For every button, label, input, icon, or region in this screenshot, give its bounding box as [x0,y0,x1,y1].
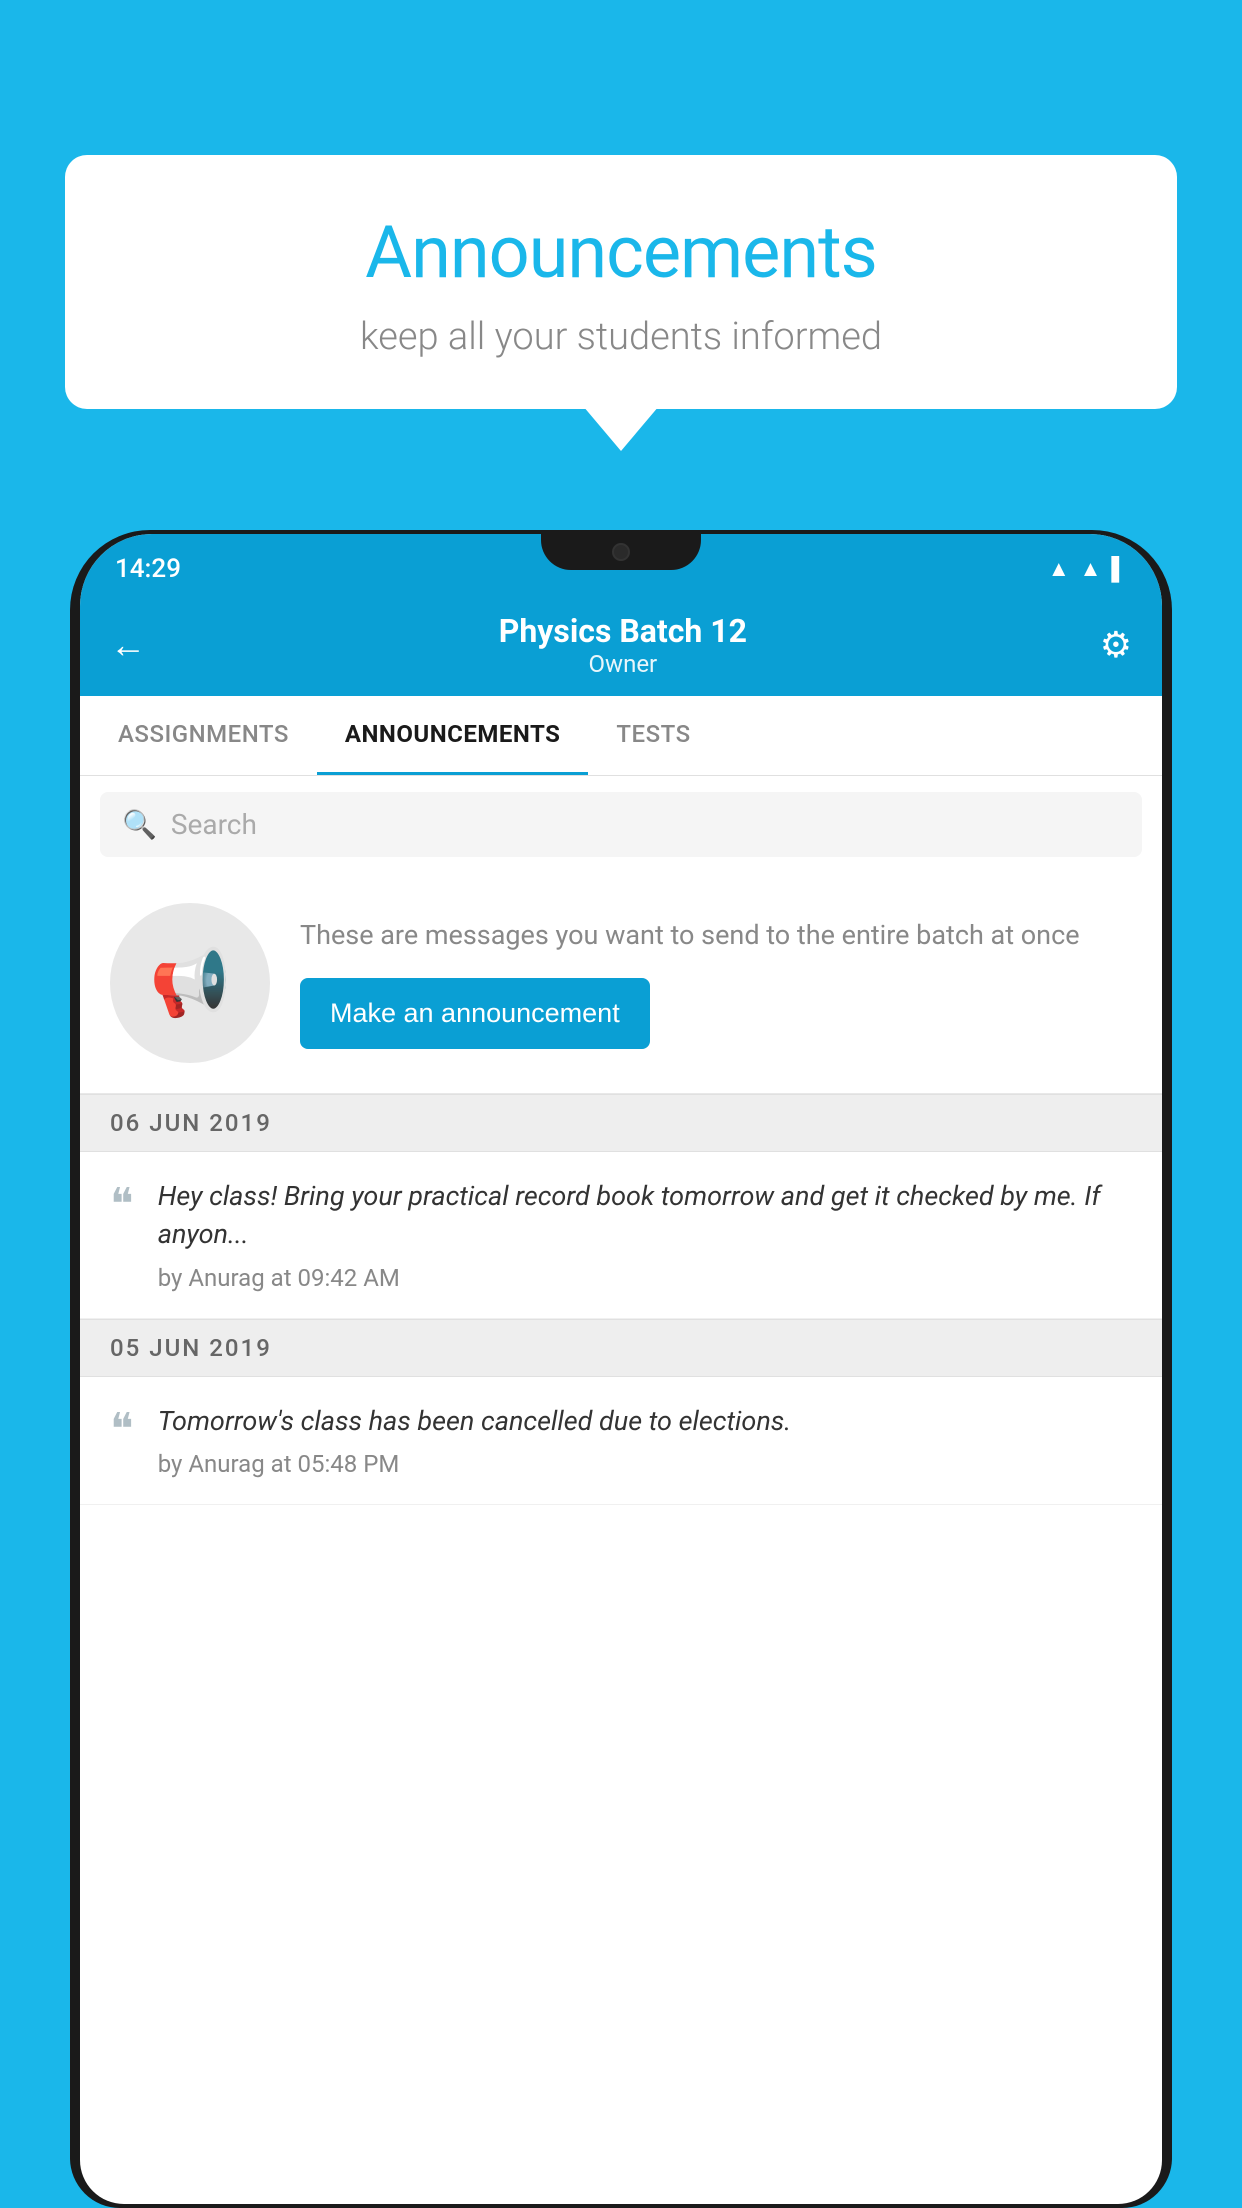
megaphone-icon: 📢 [150,945,231,1021]
speech-bubble-subtitle: keep all your students informed [125,315,1117,359]
announcement-item-1[interactable]: ❝ Hey class! Bring your practical record… [80,1152,1162,1319]
app-header: ← Physics Batch 12 Owner ⚙ [80,594,1162,696]
tab-tests[interactable]: TESTS [588,696,718,775]
announcement-item-2[interactable]: ❝ Tomorrow's class has been cancelled du… [80,1377,1162,1506]
header-subtitle: Owner [146,650,1100,678]
settings-icon[interactable]: ⚙ [1100,624,1132,666]
battery-icon: ▌ [1111,556,1127,582]
megaphone-circle: 📢 [110,903,270,1063]
empty-description: These are messages you want to send to t… [300,917,1132,955]
search-icon: 🔍 [122,808,157,841]
date-separator-june5: 05 JUN 2019 [80,1319,1162,1377]
status-icons: ▲ ▲ ▌ [1048,556,1127,582]
front-camera [612,543,630,561]
speech-bubble-title: Announcements [125,210,1117,295]
phone-frame: 14:29 ▲ ▲ ▌ ← Physics Batch 12 Owner ⚙ A… [70,530,1172,2208]
header-title: Physics Batch 12 [146,612,1100,650]
header-title-area: Physics Batch 12 Owner [146,612,1100,678]
announcement-empty-state: 📢 These are messages you want to send to… [80,873,1162,1094]
search-placeholder: Search [171,808,257,841]
notch [541,534,701,570]
tab-announcements[interactable]: ANNOUNCEMENTS [317,696,589,775]
search-bar[interactable]: 🔍 Search [100,792,1142,857]
search-bar-container: 🔍 Search [80,776,1162,873]
announcement-content-1: Hey class! Bring your practical record b… [158,1178,1132,1292]
announcement-text-2: Tomorrow's class has been cancelled due … [158,1403,1132,1441]
speech-bubble-card: Announcements keep all your students inf… [65,155,1177,409]
announcement-meta-2: by Anurag at 05:48 PM [158,1450,1132,1478]
status-time: 14:29 [115,554,181,584]
speech-bubble-section: Announcements keep all your students inf… [65,155,1177,409]
tab-assignments[interactable]: ASSIGNMENTS [90,696,317,775]
announcement-text-1: Hey class! Bring your practical record b… [158,1178,1132,1254]
announcement-content-2: Tomorrow's class has been cancelled due … [158,1403,1132,1479]
tabs-bar: ASSIGNMENTS ANNOUNCEMENTS TESTS [80,696,1162,776]
announcement-meta-1: by Anurag at 09:42 AM [158,1264,1132,1292]
signal-icon: ▲ [1080,556,1102,582]
quote-icon-1: ❝ [110,1182,134,1226]
empty-state-text: These are messages you want to send to t… [300,917,1132,1050]
date-separator-june6: 06 JUN 2019 [80,1094,1162,1152]
status-bar: 14:29 ▲ ▲ ▌ [80,534,1162,594]
phone-screen: 14:29 ▲ ▲ ▌ ← Physics Batch 12 Owner ⚙ A… [80,534,1162,2204]
quote-icon-2: ❝ [110,1407,134,1451]
back-button[interactable]: ← [110,624,146,666]
wifi-icon: ▲ [1048,556,1070,582]
make-announcement-button[interactable]: Make an announcement [300,978,650,1049]
